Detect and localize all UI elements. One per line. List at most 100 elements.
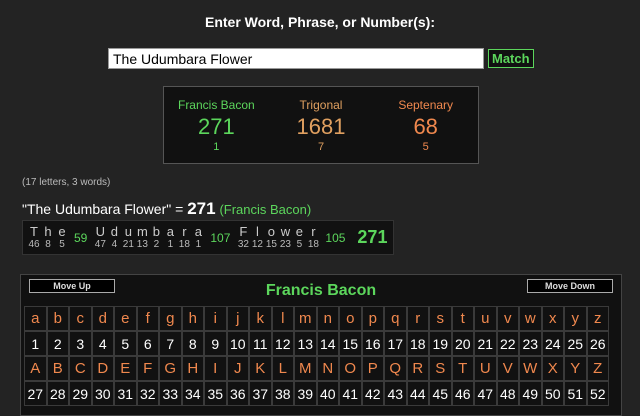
table-letter-cell: C bbox=[69, 356, 92, 381]
breakdown-char: u bbox=[124, 223, 132, 239]
breakdown-letter: r 18 bbox=[177, 224, 191, 251]
table-letter-cell: z bbox=[586, 306, 609, 331]
table-value-cell: 44 bbox=[406, 381, 429, 406]
table-letter-cell: Q bbox=[384, 356, 407, 381]
table-letter-cell: l bbox=[271, 306, 294, 331]
cipher-summary: Francis Bacon 271 1 Trigonal 1681 7 Sept… bbox=[163, 86, 479, 164]
table-letter-cell: P bbox=[361, 356, 384, 381]
breakdown-total: 271 bbox=[357, 227, 388, 247]
breakdown-char: h bbox=[44, 223, 52, 239]
table-value-cell: 2 bbox=[46, 331, 69, 356]
table-value-cell: 11 bbox=[249, 331, 272, 356]
table-letter-cell: i bbox=[204, 306, 227, 331]
cipher-trigonal[interactable]: Trigonal 1681 7 bbox=[269, 87, 374, 163]
match-button[interactable]: Match bbox=[488, 49, 534, 68]
equation-equals: = bbox=[171, 201, 188, 217]
table-letter-cell: p bbox=[361, 306, 384, 331]
breakdown-value: 2 bbox=[153, 238, 160, 250]
table-letter-cell: F bbox=[136, 356, 159, 381]
table-value-cell: 17 bbox=[384, 331, 407, 356]
table-value-cell: 43 bbox=[384, 381, 407, 406]
table-value-cell: 7 bbox=[159, 331, 182, 356]
breakdown-value: 18 bbox=[307, 238, 319, 250]
equation-phrase: "The Udumbara Flower" bbox=[22, 201, 172, 217]
table-letter-cell: V bbox=[496, 356, 519, 381]
table-letter-cell: A bbox=[24, 356, 47, 381]
breakdown-char: l bbox=[255, 223, 259, 239]
table-value-cell: 39 bbox=[294, 381, 317, 406]
cipher-table-grid: a b c d e f g h i j k l m n o p q r s t u v w x y z 1 2 3 4 5 6 7 8 9 10 11 1… bbox=[24, 306, 609, 406]
table-letter-cell: R bbox=[406, 356, 429, 381]
table-value-cell: 14 bbox=[316, 331, 339, 356]
table-value-cell: 26 bbox=[586, 331, 609, 356]
table-value-cell: 13 bbox=[294, 331, 317, 356]
breakdown-value: 13 bbox=[136, 238, 148, 250]
table-value-cell: 42 bbox=[361, 381, 384, 406]
breakdown-value: 8 bbox=[45, 238, 51, 250]
breakdown-value: 12 bbox=[251, 238, 263, 250]
table-letter-cell: a bbox=[24, 306, 47, 331]
table-letter-cell: x bbox=[541, 306, 564, 331]
table-letter-cell: Z bbox=[586, 356, 609, 381]
table-value-cell: 50 bbox=[541, 381, 564, 406]
breakdown-value: 4 bbox=[111, 238, 118, 250]
table-letter-cell: m bbox=[294, 306, 317, 331]
table-letter-cell: N bbox=[316, 356, 339, 381]
table-letter-cell: S bbox=[429, 356, 452, 381]
breakdown-value: 5 bbox=[59, 238, 65, 250]
breakdown-char: a bbox=[166, 223, 174, 239]
breakdown-value: 23 bbox=[279, 238, 291, 250]
table-letter-cell: q bbox=[384, 306, 407, 331]
table-letter-cell: n bbox=[316, 306, 339, 331]
result-equation: "The Udumbara Flower" = 271 (Francis Bac… bbox=[22, 199, 311, 219]
cipher-value: 1681 bbox=[296, 114, 346, 139]
table-value-cell: 8 bbox=[181, 331, 204, 356]
table-value-cell: 46 bbox=[451, 381, 474, 406]
table-value-cell: 48 bbox=[496, 381, 519, 406]
table-value-cell: 18 bbox=[406, 331, 429, 356]
breakdown-letter: r 18 bbox=[306, 223, 320, 251]
breakdown-char: w bbox=[280, 223, 291, 239]
table-value-cell: 45 bbox=[429, 381, 452, 406]
breakdown-value: 1 bbox=[195, 238, 202, 250]
breakdown-value: 18 bbox=[178, 238, 190, 250]
table-value-cell: 15 bbox=[339, 331, 362, 356]
table-value-cell: 32 bbox=[136, 381, 159, 406]
cipher-value: 68 bbox=[413, 114, 438, 139]
breakdown-value: 15 bbox=[265, 238, 277, 250]
breakdown-letter: w 23 bbox=[278, 223, 292, 251]
breakdown-char: r bbox=[311, 223, 316, 239]
breakdown-letter: b2 bbox=[149, 224, 163, 251]
table-letter-cell: M bbox=[294, 356, 317, 381]
equation-value: 271 bbox=[187, 199, 216, 218]
table-letter-cell: b bbox=[46, 306, 69, 331]
table-letter-cell: h bbox=[181, 306, 204, 331]
cipher-reduction: 7 bbox=[317, 141, 325, 153]
table-letter-cell: j bbox=[226, 306, 249, 331]
breakdown-char: a bbox=[194, 223, 202, 239]
cipher-francis-bacon[interactable]: Francis Bacon 271 1 bbox=[164, 87, 269, 163]
breakdown-letter: d4 bbox=[107, 224, 121, 251]
cipher-name: Trigonal bbox=[299, 98, 343, 112]
breakdown-letter: a1 bbox=[191, 223, 205, 251]
table-letter-cell: O bbox=[339, 356, 362, 381]
table-value-cell: 40 bbox=[316, 381, 339, 406]
breakdown-word-sum: 107 bbox=[210, 230, 231, 245]
table-value-cell: 9 bbox=[204, 331, 227, 356]
breakdown-word-sum: 105 bbox=[325, 230, 346, 245]
table-letter-cell: g bbox=[159, 306, 182, 331]
cipher-septenary[interactable]: Septenary 68 5 bbox=[373, 87, 478, 163]
table-value-cell: 27 bbox=[24, 381, 47, 406]
breakdown-letter: u 21 bbox=[121, 223, 135, 251]
table-letter-cell: r bbox=[406, 306, 429, 331]
breakdown-char: e bbox=[58, 223, 66, 239]
cipher-name: Septenary bbox=[398, 98, 454, 112]
table-letter-cell: y bbox=[564, 306, 587, 331]
equation-cipher: (Francis Bacon) bbox=[219, 202, 312, 217]
breakdown-letter: o 15 bbox=[264, 224, 278, 251]
table-value-cell: 24 bbox=[541, 331, 564, 356]
phrase-input[interactable] bbox=[108, 48, 484, 69]
table-letter-cell: t bbox=[451, 306, 474, 331]
breakdown-letter: l 12 bbox=[250, 223, 264, 251]
table-letter-cell: k bbox=[249, 306, 272, 331]
